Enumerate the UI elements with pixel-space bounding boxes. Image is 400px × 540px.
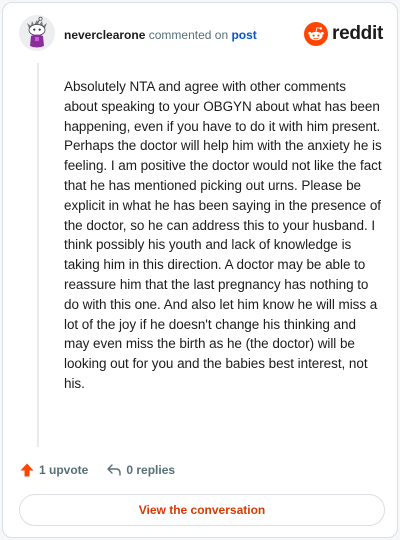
- replies-button[interactable]: 0 replies: [106, 462, 175, 478]
- upvote-count: 1 upvote: [39, 463, 89, 477]
- thread-line: [37, 63, 39, 447]
- view-conversation-button[interactable]: View the conversation: [19, 494, 385, 526]
- replies-count: 0 replies: [126, 463, 176, 477]
- username-link[interactable]: neverclearone: [64, 28, 145, 42]
- post-link[interactable]: post: [231, 28, 256, 42]
- comment-header: neverclearone commented on post reddit: [19, 15, 383, 59]
- snoo-avatar-icon: [19, 15, 55, 51]
- reply-arrow-icon: [107, 464, 122, 476]
- comment-action-text: commented on: [148, 28, 229, 42]
- comment-actions: 1 upvote 0 replies: [19, 459, 175, 481]
- comment-body: Absolutely NTA and agree with other comm…: [64, 79, 382, 391]
- reddit-logo[interactable]: reddit: [304, 21, 383, 47]
- upvote-arrow-icon: [20, 463, 34, 477]
- user-avatar[interactable]: [19, 15, 55, 51]
- comment-meta: neverclearone commented on post: [64, 28, 257, 42]
- reddit-logo-icon: [304, 22, 329, 46]
- upvote-button[interactable]: 1 upvote: [19, 462, 88, 478]
- embedded-comment-card: neverclearone commented on post reddit A…: [2, 2, 398, 538]
- reddit-wordmark: reddit: [332, 23, 383, 44]
